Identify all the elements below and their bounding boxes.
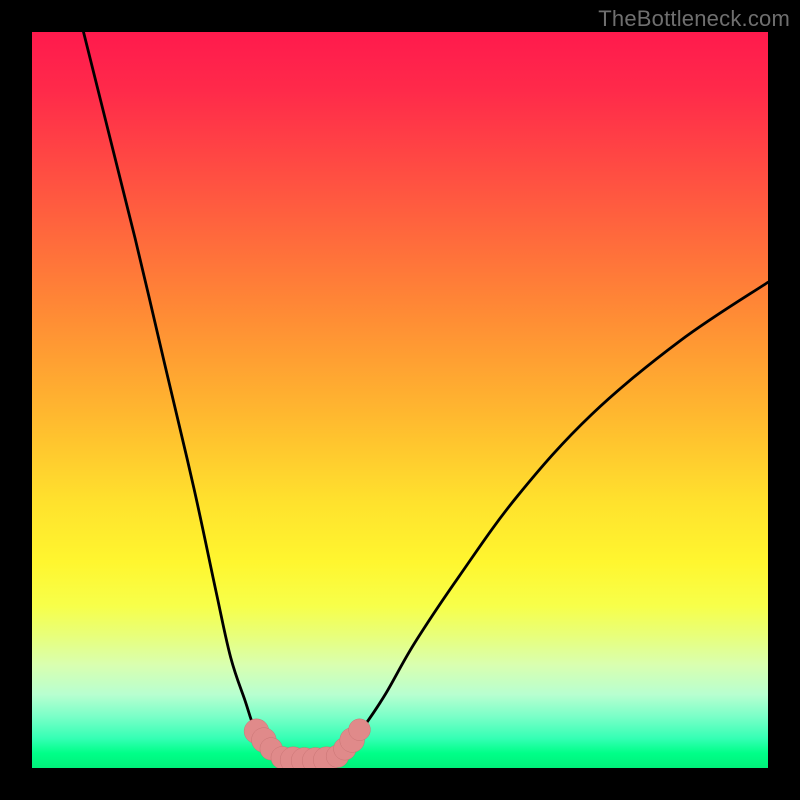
valley-beads — [244, 719, 370, 768]
plot-area — [32, 32, 768, 768]
watermark-text: TheBottleneck.com — [598, 6, 790, 32]
bead-marker — [349, 719, 371, 741]
chart-frame: TheBottleneck.com — [0, 0, 800, 800]
curve-svg — [32, 32, 768, 768]
right-curve — [334, 282, 768, 760]
left-curve — [84, 32, 290, 761]
